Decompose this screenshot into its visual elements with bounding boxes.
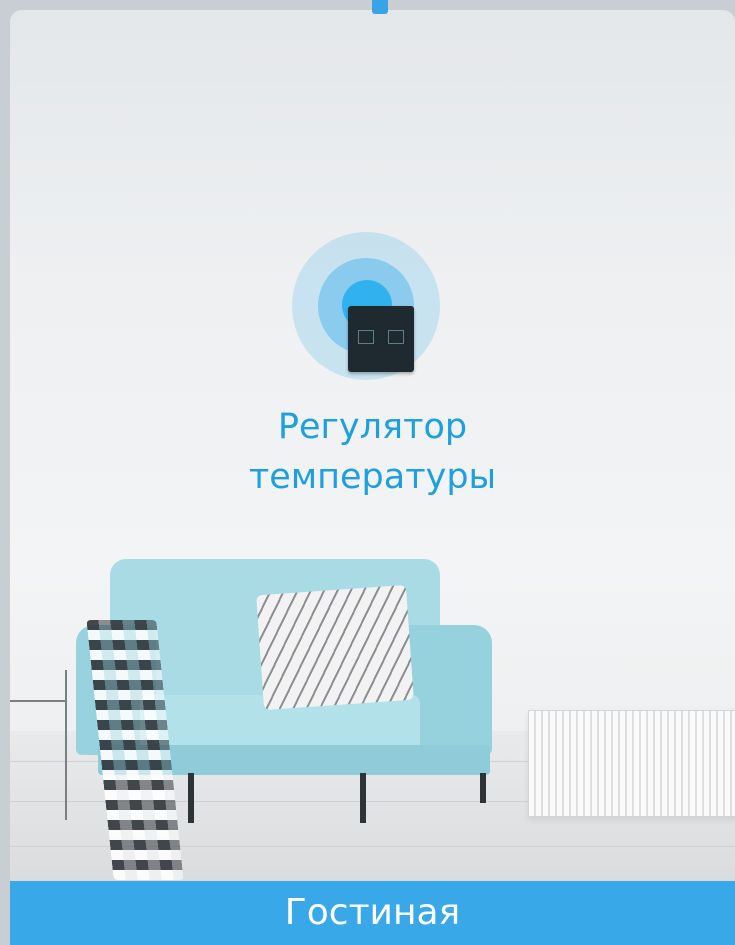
product-title-line2: температуры xyxy=(248,457,497,497)
pillow xyxy=(256,584,414,711)
top-tab-marker xyxy=(372,0,388,14)
thermostat-icon xyxy=(348,306,414,372)
radiator xyxy=(528,710,735,817)
product-title-line1: Регулятор xyxy=(277,407,468,447)
thermostat-device xyxy=(292,222,456,386)
product-title: Регулятор температуры xyxy=(10,402,735,502)
room-caption: Гостиная xyxy=(10,881,735,945)
room-card: Регулятор температуры Гостиная xyxy=(10,10,735,945)
side-table xyxy=(10,670,67,820)
